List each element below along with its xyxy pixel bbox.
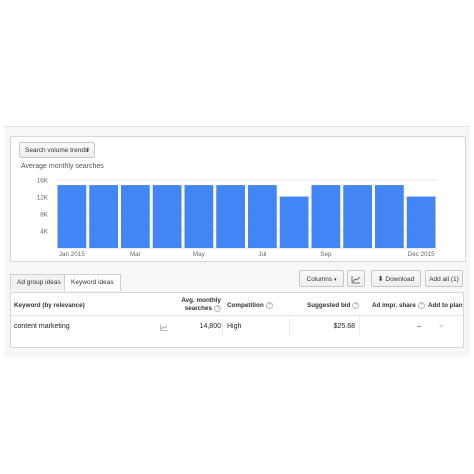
chart-bar [375,185,404,248]
header-label: Competition [227,302,264,310]
x-tick-label: Dec 2015 [408,251,435,258]
x-tick-label: Mar [130,251,141,258]
column-divider [289,316,290,336]
ad-impr-share-cell: – [417,323,421,330]
columns-label: Columns [306,276,333,283]
tab-keyword-ideas[interactable]: Keyword ideas [64,274,121,291]
y-tick-label: 16K [37,178,49,185]
column-header-competition[interactable]: Competition? [227,302,273,310]
column-divider [359,316,360,336]
keyword-cell: content marketing [14,323,70,330]
download-label: Download [385,276,415,283]
chart-bar [248,185,277,248]
column-divider [222,316,223,336]
y-tick-label: 12K [37,195,49,202]
x-tick-label: May [193,251,206,258]
trend-chart-icon[interactable] [160,324,168,331]
keyword-ideas-table: Keyword (by relevance) Avg. monthly sear… [10,292,464,348]
y-tick-label: 8K [40,212,49,219]
add-to-plan-button[interactable]: » [439,321,443,330]
chart-bar [184,185,214,248]
chart-bar [121,185,150,248]
column-header-avg-searches[interactable]: Avg. monthly searches? [171,297,221,313]
chart-bar [89,185,118,248]
help-icon[interactable]: ? [352,302,360,309]
download-icon: ⬇ [377,276,384,283]
tab-label: Ad group ideas [17,279,61,286]
tab-label: Keyword ideas [71,279,114,286]
competition-cell: High [227,323,242,330]
column-header-keyword[interactable]: Keyword (by relevance) [14,302,85,310]
column-header-ad-impr-share[interactable]: Ad impr. share? [372,302,425,310]
chart-bar [311,185,341,248]
y-tick-label: 4K [40,229,49,236]
header-label: Add to plan [428,302,463,309]
help-icon[interactable]: ? [417,302,425,309]
chart-bar [57,185,87,248]
chart-bar [216,185,245,248]
x-tick-label: Sep [320,251,332,258]
x-tick-label: Jan 2015 [59,251,85,258]
columns-button[interactable]: Columns ▾ [299,270,344,287]
tab-ad-group-ideas[interactable]: Ad group ideas [10,274,68,290]
download-button[interactable]: ⬇ Download [371,270,421,287]
chevron-down-icon: ▾ [333,277,337,283]
chart-bar [152,185,182,248]
header-label: Ad impr. share [372,302,416,310]
x-tick-label: Jul [258,251,266,258]
suggested-bid-cell: $25.68 [333,323,355,330]
search-volume-chart: 4K 8K 12K 16K Jan 2015 Mar May Jul Sep Dec 2015 [37,178,437,258]
header-label: Keyword (by relevance) [14,302,85,309]
chart-bar [279,196,309,248]
header-label: Suggested bid [307,302,351,310]
help-icon[interactable]: ? [214,305,221,312]
column-header-add-to-plan: Add to plan [428,302,463,310]
line-chart-icon [351,275,361,284]
header-label: Avg. monthly [181,297,221,304]
header-divider [11,315,463,316]
help-icon[interactable]: ? [265,302,273,309]
chart-bar [406,196,436,248]
avg-searches-cell: 14,800 [199,323,221,330]
chart-toggle-button[interactable] [347,270,365,287]
column-header-suggested-bid[interactable]: Suggested bid? [307,302,360,310]
header-label: searches [184,305,212,313]
add-all-label: Add all (1) [429,276,459,283]
chart-bar [343,185,372,248]
add-all-button[interactable]: Add all (1) [425,270,463,287]
